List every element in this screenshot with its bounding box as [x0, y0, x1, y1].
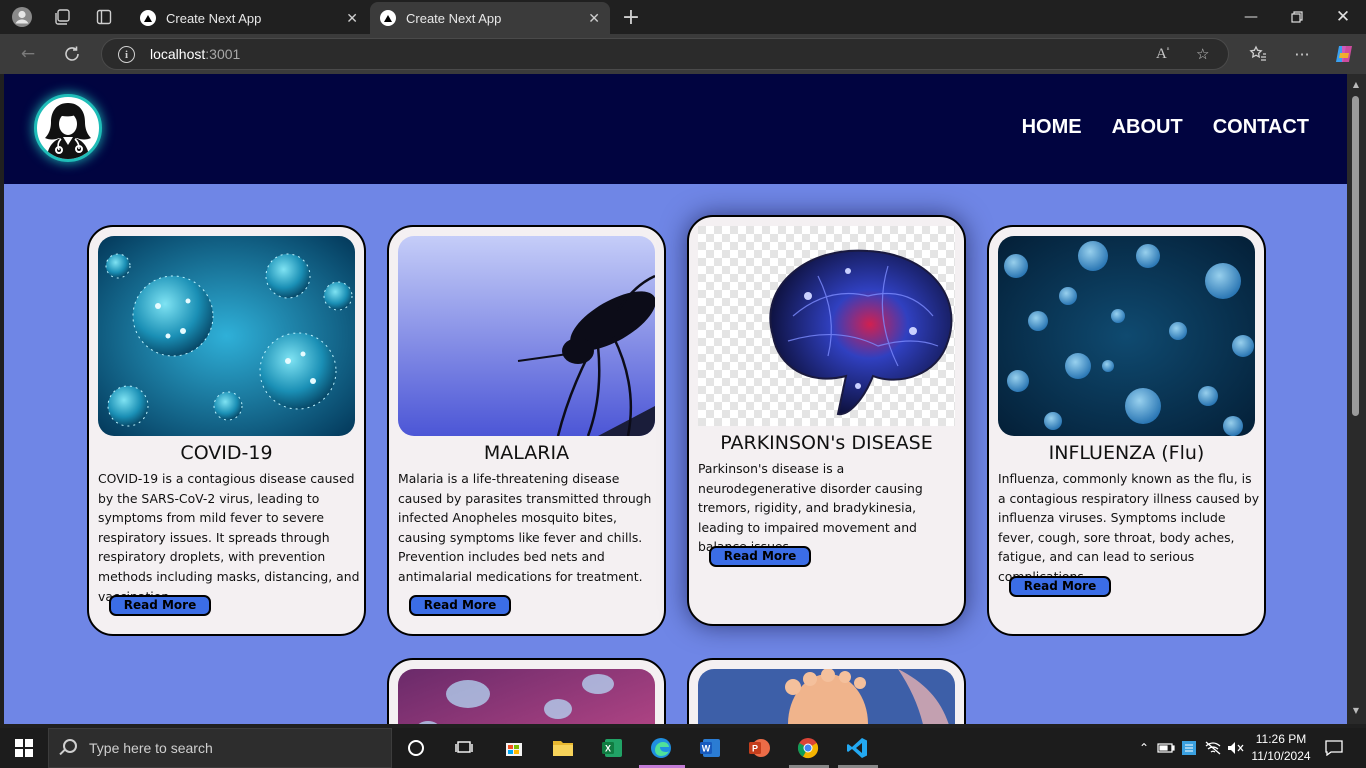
close-tab-icon[interactable]: ✕ — [346, 10, 358, 27]
close-window-icon[interactable]: ✕ — [1320, 4, 1366, 30]
site-header: HOME ABOUT CONTACT — [4, 74, 1347, 184]
card-description: COVID-19 is a contagious disease caused … — [98, 471, 360, 604]
profile-icon[interactable] — [10, 5, 34, 29]
card-title: MALARIA — [483, 442, 570, 464]
clock-time: 11:26 PM — [1255, 732, 1307, 746]
cells-image — [398, 669, 655, 724]
nav-about[interactable]: ABOUT — [1112, 116, 1183, 139]
disease-card-parkinsons: PARKINSON's DISEASE Parkinson's disease … — [687, 215, 966, 626]
mosquito-image — [398, 236, 655, 436]
svg-text:W: W — [702, 744, 711, 754]
nextjs-favicon-icon — [140, 10, 156, 26]
disease-card-malaria: MALARIA Malaria is a life-threatening di… — [387, 225, 666, 636]
minimize-icon[interactable]: — — [1228, 4, 1274, 30]
search-icon — [63, 739, 77, 753]
back-arrow-icon[interactable]: ← — [16, 42, 40, 66]
browser-tab-1[interactable]: Create Next App ✕ — [130, 2, 368, 34]
close-tab-icon[interactable]: ✕ — [588, 10, 600, 27]
card-description: Malaria is a life-threatening disease ca… — [398, 471, 652, 584]
disease-card-influenza: INFLUENZA (Flu) Influenza, commonly know… — [987, 225, 1266, 636]
browser-tab-title: Create Next App — [406, 10, 502, 26]
card-description: Influenza, commonly known as the flu, is… — [998, 471, 1260, 584]
favorite-star-icon[interactable]: ☆ — [1196, 45, 1209, 63]
refresh-icon[interactable] — [60, 42, 84, 66]
taskbar-search[interactable]: Type here to search — [48, 728, 392, 768]
disease-card-row2-2 — [687, 658, 966, 724]
read-more-button[interactable]: Read More — [109, 595, 211, 616]
nextjs-favicon-icon — [380, 10, 396, 26]
page-scrollbar[interactable]: ▲ ▼ — [1347, 74, 1366, 724]
word-icon[interactable]: W — [696, 734, 724, 762]
more-options-icon[interactable]: ··· — [1290, 42, 1314, 66]
influenza-virus-image — [998, 236, 1255, 436]
windows-start-icon[interactable] — [10, 734, 38, 762]
vscode-icon[interactable] — [843, 734, 871, 762]
doctor-logo-icon[interactable] — [34, 94, 102, 162]
notifications-icon[interactable] — [1320, 734, 1348, 762]
card-title: COVID-19 — [180, 442, 273, 464]
read-more-button[interactable]: Read More — [709, 546, 811, 567]
microsoft-store-icon[interactable] — [500, 734, 528, 762]
browser-tab-2[interactable]: Create Next App ✕ — [370, 2, 610, 34]
workspaces-icon[interactable] — [50, 5, 74, 29]
disease-card-covid: COVID-19 COVID-19 is a contagious diseas… — [87, 225, 366, 636]
read-aloud-icon[interactable]: Aⁿ — [1156, 45, 1169, 63]
site-nav: HOME ABOUT CONTACT — [1022, 116, 1309, 139]
nav-home[interactable]: HOME — [1022, 116, 1082, 139]
baby-foot-image — [698, 669, 955, 724]
search-placeholder: Type here to search — [89, 740, 213, 756]
scroll-down-icon[interactable]: ▼ — [1351, 706, 1361, 715]
new-tab-icon[interactable]: + — [619, 5, 643, 30]
taskbar-clock[interactable]: 11:26 PM 11/10/2024 — [1246, 731, 1316, 765]
windows-taskbar: Type here to search X W P ⌃ 11:26 PM 11/… — [0, 728, 1366, 768]
file-explorer-icon[interactable] — [549, 734, 577, 762]
copilot-icon[interactable] — [1332, 42, 1356, 66]
chrome-icon[interactable] — [794, 734, 822, 762]
powerpoint-icon[interactable]: P — [745, 734, 773, 762]
browser-toolbar: ← i localhost:3001 Aⁿ ☆ ··· — [0, 34, 1366, 74]
page-viewport: HOME ABOUT CONTACT COVID-19 COVID-19 is … — [4, 74, 1347, 724]
svg-text:P: P — [752, 744, 758, 754]
tab-actions-icon[interactable] — [92, 5, 116, 29]
cortana-icon[interactable] — [402, 734, 430, 762]
edge-browser-icon[interactable] — [647, 734, 675, 762]
excel-icon[interactable]: X — [598, 734, 626, 762]
clock-date: 11/10/2024 — [1251, 749, 1311, 763]
card-description: Parkinson's disease is a neurodegenerati… — [698, 461, 923, 554]
read-more-button[interactable]: Read More — [1009, 576, 1111, 597]
scroll-up-icon[interactable]: ▲ — [1351, 80, 1361, 89]
site-info-icon[interactable]: i — [118, 46, 135, 63]
covid-virus-image — [98, 236, 355, 436]
svg-text:X: X — [605, 744, 611, 754]
task-view-icon[interactable] — [450, 734, 478, 762]
favorites-icon[interactable] — [1246, 42, 1270, 66]
restore-icon[interactable] — [1274, 4, 1320, 30]
url-text: localhost:3001 — [150, 46, 241, 62]
brain-image — [698, 226, 955, 426]
card-title: PARKINSON's DISEASE — [720, 432, 933, 454]
nav-contact[interactable]: CONTACT — [1213, 116, 1309, 139]
browser-tab-bar: Create Next App ✕ Create Next App ✕ + — … — [0, 0, 1366, 34]
scrollbar-thumb[interactable] — [1352, 96, 1359, 416]
read-more-button[interactable]: Read More — [409, 595, 511, 616]
disease-card-row2-1 — [387, 658, 666, 724]
address-bar[interactable]: i localhost:3001 Aⁿ ☆ — [101, 38, 1229, 70]
browser-tab-title: Create Next App — [166, 10, 262, 26]
card-title: INFLUENZA (Flu) — [1048, 442, 1205, 464]
